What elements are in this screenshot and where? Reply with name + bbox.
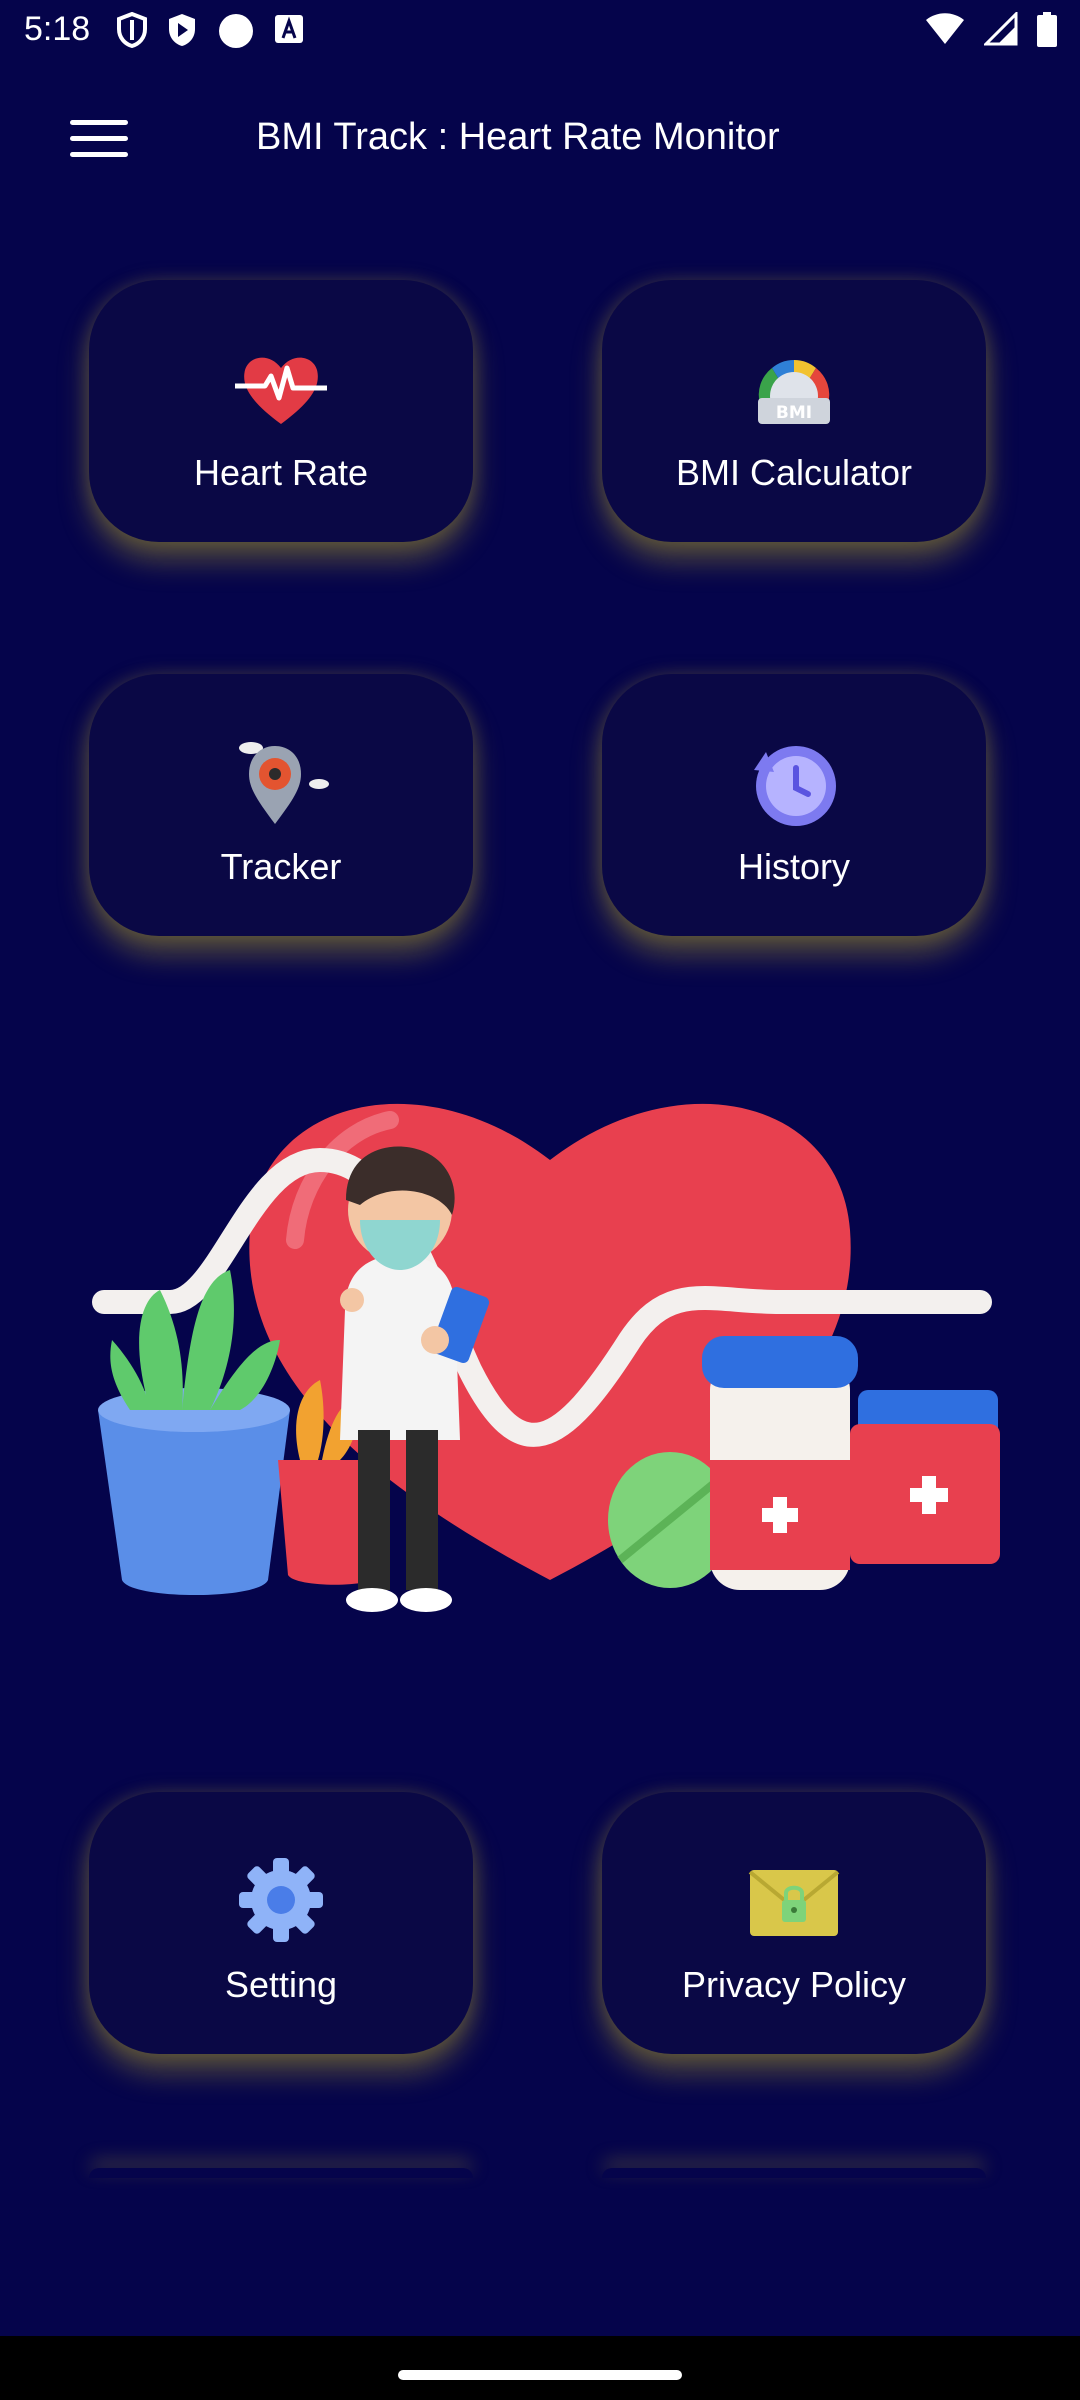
setting-label: Setting: [224, 1964, 338, 2005]
wifi-icon: [926, 13, 965, 44]
location-pin-icon: [239, 742, 329, 824]
bmi-gauge-icon: BMI: [758, 359, 830, 424]
privacy-policy-label: Privacy Policy: [681, 1964, 907, 2005]
tracker-label: Tracker: [220, 846, 342, 887]
circle-icon: [218, 14, 253, 48]
first-aid-kit: [850, 1390, 1000, 1564]
medicine-bottle: [702, 1336, 858, 1590]
bmi-calculator-label: BMI Calculator: [675, 452, 913, 493]
bmi-icon-text: BMI: [776, 403, 812, 423]
font-icon: [275, 15, 304, 43]
setting-card[interactable]: Setting: [89, 1792, 473, 2054]
hamburger-line: [70, 136, 128, 141]
gear-icon: [239, 1858, 323, 1942]
status-notification-icons: [116, 12, 319, 50]
cellular-signal-icon: [983, 12, 1018, 46]
shield-icon: [117, 12, 147, 48]
heart-rate-icon: [235, 357, 327, 424]
privacy-policy-card[interactable]: Privacy Policy: [602, 1792, 986, 2054]
home-screen: 5:18 BMI Track: Heart Rate Monitor Hear…: [0, 0, 1080, 2400]
system-navigation-bar: [0, 2336, 1080, 2400]
plant-pot: [98, 1410, 290, 1595]
status-bar: 5:18: [0, 0, 1080, 62]
tracker-card[interactable]: Tracker: [89, 674, 473, 936]
status-system-icons: [925, 12, 1058, 48]
heart-rate-label: Heart Rate: [193, 452, 369, 493]
menu-button[interactable]: [70, 120, 132, 164]
bmi-calculator-card[interactable]: BMI BMI Calculator: [602, 280, 986, 542]
history-label: History: [737, 846, 850, 887]
hamburger-line: [70, 152, 128, 157]
history-card[interactable]: History: [602, 674, 986, 936]
app-title: BMI Track : Heart Rate Monitor: [256, 116, 780, 158]
lock-envelope-icon: [748, 1870, 840, 1936]
status-time: 5:18: [24, 10, 91, 48]
play-shield-icon: [169, 14, 196, 46]
hamburger-line: [70, 120, 128, 125]
next-row-card-edge: [602, 2168, 986, 2178]
heart-rate-card[interactable]: Heart Rate: [89, 280, 473, 542]
battery-icon: [1037, 12, 1057, 47]
history-clock-icon: [754, 746, 836, 826]
health-illustration: [92, 1103, 1000, 1612]
next-row-card-edge: [89, 2168, 473, 2178]
home-indicator[interactable]: [398, 2370, 682, 2380]
app-bar: BMI Track : Heart Rate Monitor: [0, 90, 1080, 192]
